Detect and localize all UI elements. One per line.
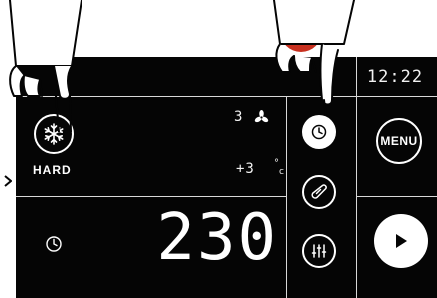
arrow-right-icon <box>4 175 12 187</box>
play-icon <box>396 234 407 248</box>
temperature-unit: °c <box>274 158 284 177</box>
divider-right <box>356 57 357 298</box>
menu-button[interactable]: MENU <box>376 118 422 164</box>
clock-readout: 12:22 <box>366 67 424 87</box>
pointing-hand-icon <box>273 0 355 116</box>
fan-icon <box>254 110 269 123</box>
probe-button[interactable] <box>302 175 336 209</box>
sliders-icon <box>311 244 327 258</box>
probe-target-value: +3 <box>236 161 255 177</box>
unit-letter: c <box>279 167 284 177</box>
clock-icon <box>311 124 327 140</box>
start-button[interactable] <box>374 214 428 268</box>
divider-right-middle <box>356 196 437 197</box>
settings-button[interactable] <box>302 234 336 268</box>
divider-middle <box>16 196 287 197</box>
timer-button[interactable] <box>302 115 336 149</box>
fan-speed-value: 3 <box>234 109 243 125</box>
divider-center <box>286 96 287 298</box>
clock-icon <box>46 236 62 252</box>
temperature-probe-icon <box>311 184 327 199</box>
mode-label: HARD <box>33 163 72 177</box>
time-value: 230 <box>156 201 278 275</box>
pointing-hand-icon <box>9 0 82 132</box>
